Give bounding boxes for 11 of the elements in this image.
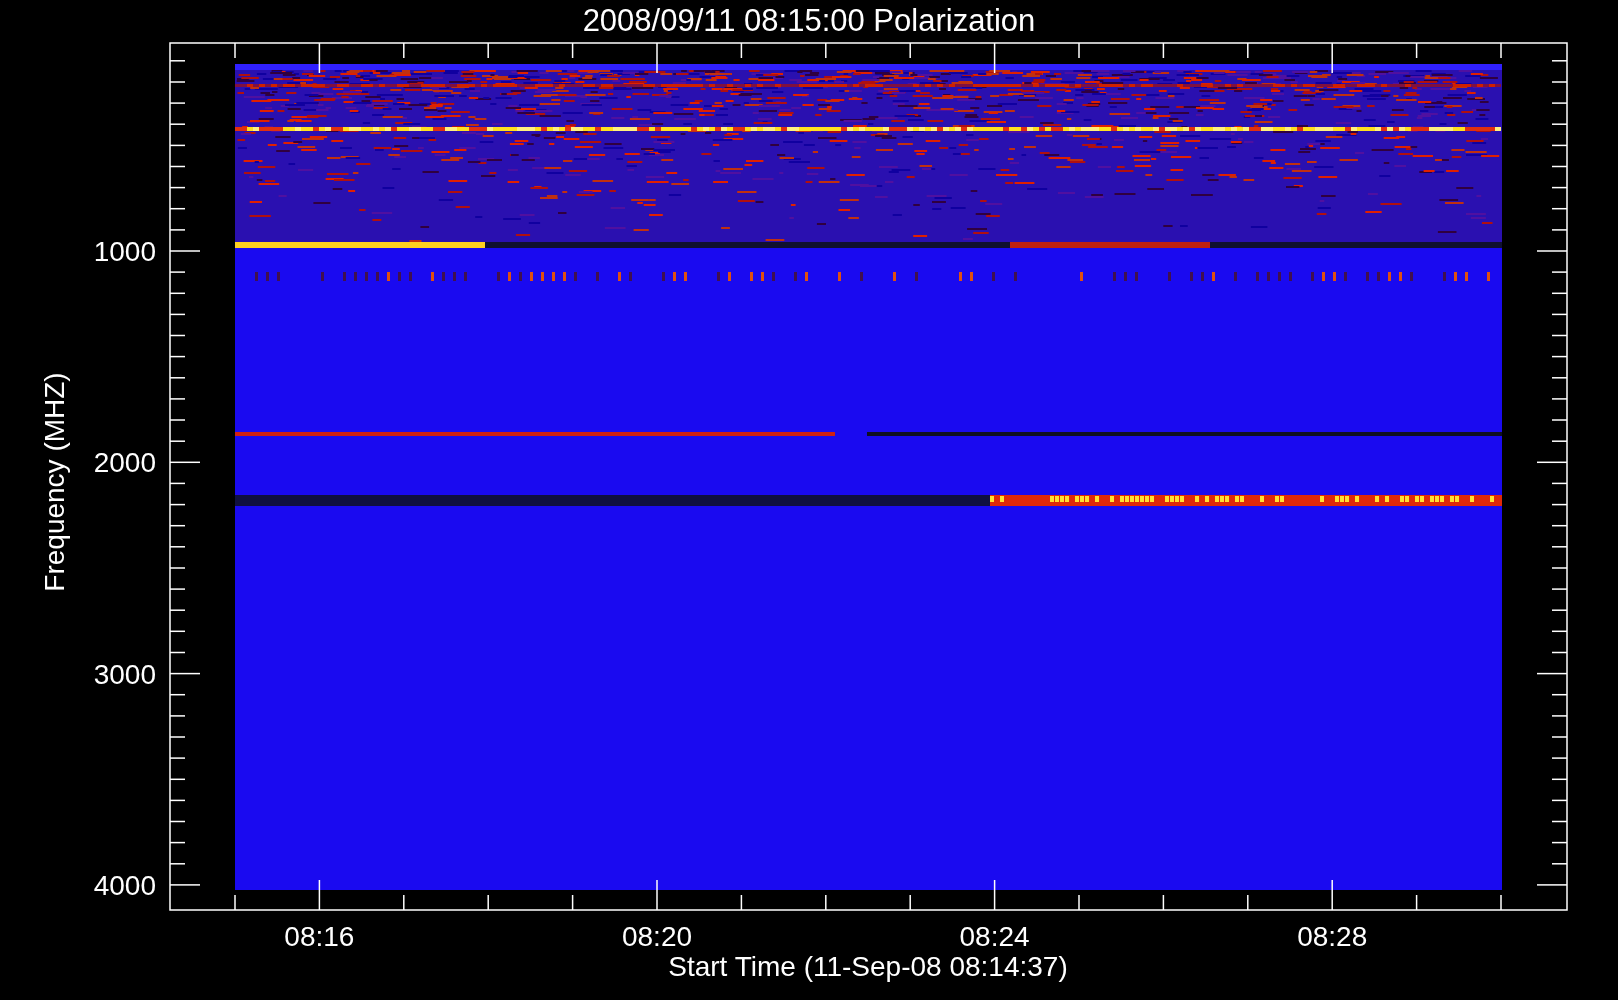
axis-label: Start Time (11-Sep-08 08:14:37)	[668, 951, 1068, 982]
tick-label: 3000	[93, 658, 156, 690]
tick-label: 08:16	[284, 921, 355, 952]
chart-title: 2008/09/11 08:15:00 Polarization	[582, 3, 1036, 38]
tick-label: 08:20	[621, 921, 693, 952]
tick-label: 08:24	[959, 921, 1030, 952]
tick-label: 4000	[93, 869, 156, 901]
tick-label: 08:28	[1297, 921, 1368, 952]
tick-label: 2000	[93, 447, 156, 479]
axis-label: Frequency (MHZ)	[39, 372, 70, 592]
tick-label: 1000	[93, 236, 156, 267]
